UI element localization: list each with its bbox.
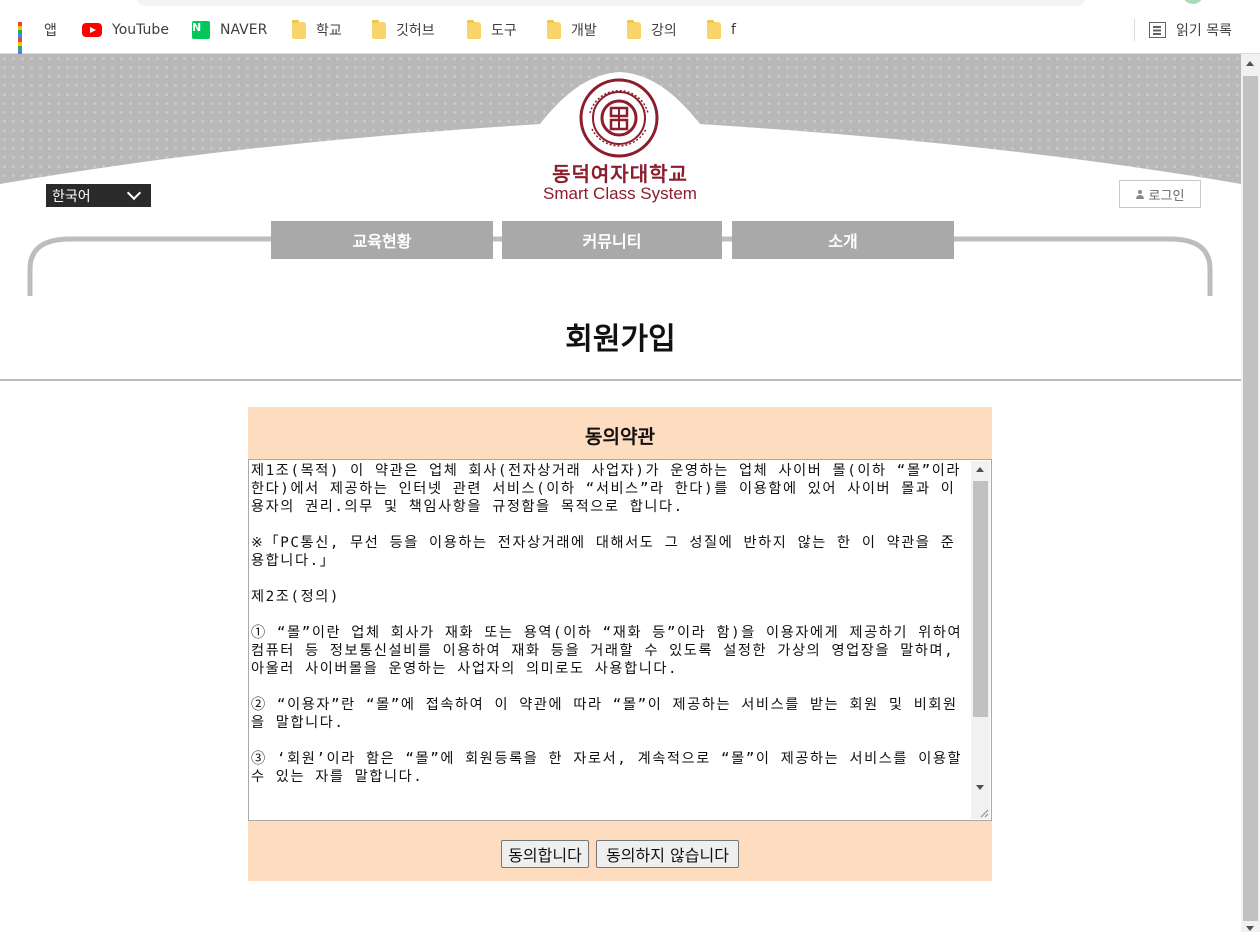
scroll-up-arrow-icon[interactable] <box>1246 61 1254 66</box>
nav-tab-education[interactable]: 교육현황 <box>271 221 493 259</box>
language-select-value: 한국어 <box>52 188 91 205</box>
bookmarks-divider <box>1134 19 1135 41</box>
address-bar-edge[interactable] <box>136 0 1086 6</box>
folder-icon <box>707 19 721 39</box>
bookmark-folder-tools[interactable]: 도구 <box>467 19 517 41</box>
apps-grid-icon <box>18 22 34 58</box>
disagree-button[interactable]: 동의하지 않습니다 <box>596 840 739 868</box>
reading-list-label: 읽기 목록 <box>1176 23 1232 39</box>
page-title: 회원가입 <box>565 322 676 357</box>
bookmark-label: 학교 <box>316 23 342 39</box>
folder-icon <box>627 19 641 39</box>
bookmark-folder-dev[interactable]: 개발 <box>547 19 597 41</box>
reading-list-button[interactable]: 읽기 목록 <box>1149 19 1232 41</box>
agreement-title: 동의약관 <box>585 426 655 448</box>
title-divider <box>0 379 1241 381</box>
user-icon <box>1135 189 1144 199</box>
bookmark-folder-github[interactable]: 깃허브 <box>372 19 435 41</box>
folder-icon <box>467 19 481 39</box>
folder-icon <box>547 19 561 39</box>
scroll-down-arrow-icon[interactable] <box>976 785 984 790</box>
scroll-down-arrow-icon[interactable] <box>1246 926 1254 931</box>
resize-handle-icon[interactable] <box>979 808 989 818</box>
profile-avatar[interactable] <box>1182 0 1204 4</box>
terms-scrollbar[interactable] <box>971 461 990 819</box>
agreement-section: 동의약관 제1조(목적) 이 약관은 업체 회사(전자상거래 사업자)가 운영하… <box>248 407 992 881</box>
bookmark-folder-school[interactable]: 학교 <box>292 19 342 41</box>
bookmark-label: YouTube <box>112 22 169 38</box>
folder-icon <box>372 19 386 39</box>
youtube-icon <box>82 23 102 37</box>
scroll-up-arrow-icon[interactable] <box>976 467 984 472</box>
bookmark-apps[interactable]: 앱 <box>18 19 57 58</box>
page-scrollbar[interactable] <box>1241 54 1260 932</box>
university-seal-logo <box>579 78 659 158</box>
bookmark-label: 깃허브 <box>396 23 435 39</box>
nav-tab-community[interactable]: 커뮤니티 <box>502 221 722 259</box>
bookmark-label: f <box>731 22 736 38</box>
nav-tab-about[interactable]: 소개 <box>732 221 954 259</box>
page-scroll-thumb[interactable] <box>1243 76 1258 921</box>
bookmark-label: 개발 <box>571 23 597 39</box>
bookmark-label: 도구 <box>491 23 517 39</box>
language-select[interactable]: 한국어 <box>46 184 151 207</box>
terms-text: 제1조(목적) 이 약관은 업체 회사(전자상거래 사업자)가 운영하는 업체 … <box>251 463 963 785</box>
system-name: Smart Class System <box>543 184 697 203</box>
bookmark-label: NAVER <box>220 22 268 38</box>
bookmark-naver[interactable]: N NAVER <box>192 19 267 41</box>
scroll-thumb[interactable] <box>973 481 988 717</box>
folder-icon <box>292 19 306 39</box>
site-header: 동덕여자대학교 Smart Class System 한국어 로그인 교육현황 … <box>0 54 1241 309</box>
bookmark-youtube[interactable]: YouTube <box>82 19 169 41</box>
school-name: 동덕여자대학교 <box>552 162 688 186</box>
bookmark-folder-f[interactable]: f <box>707 19 736 41</box>
login-button[interactable]: 로그인 <box>1119 180 1201 208</box>
reading-list-icon <box>1149 22 1166 38</box>
naver-icon: N <box>192 21 210 39</box>
terms-textarea[interactable]: 제1조(목적) 이 약관은 업체 회사(전자상거래 사업자)가 운영하는 업체 … <box>248 459 992 821</box>
bookmark-label: 앱 <box>44 23 57 39</box>
chevron-down-icon <box>126 185 142 201</box>
bookmark-label: 강의 <box>651 23 677 39</box>
agree-button[interactable]: 동의합니다 <box>501 840 589 868</box>
bookmarks-bar: 앱 YouTube N NAVER 학교 깃허브 도구 개발 강의 f 읽기 목… <box>0 0 1260 58</box>
bookmark-folder-lecture[interactable]: 강의 <box>627 19 677 41</box>
login-label: 로그인 <box>1148 188 1185 204</box>
